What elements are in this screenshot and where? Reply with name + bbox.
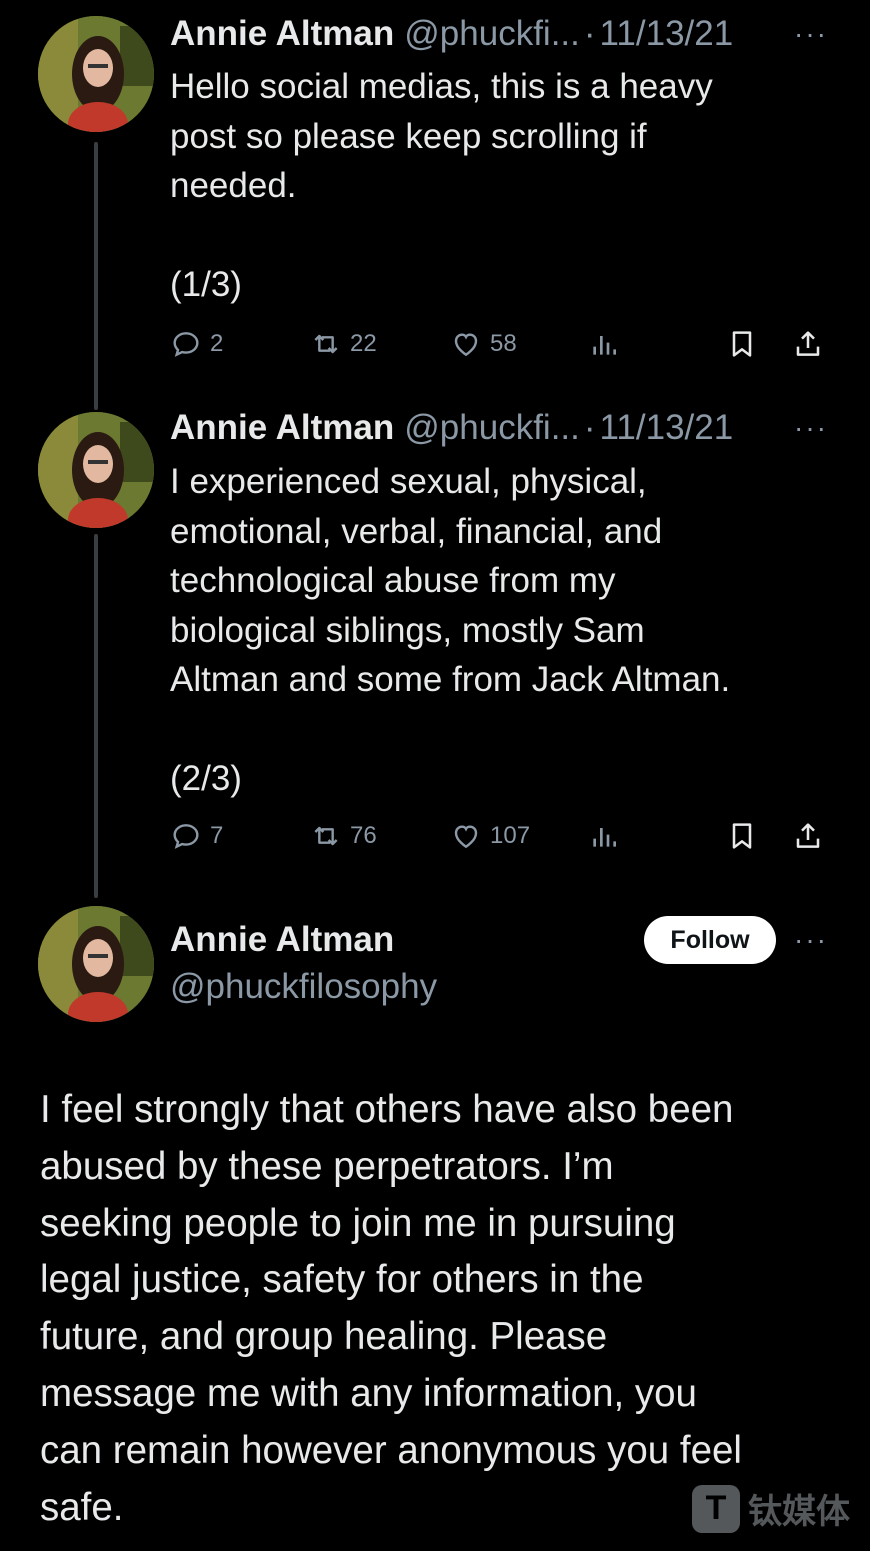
tweet-actions: 2 22 58 <box>170 324 830 364</box>
retweet-count: 76 <box>350 822 377 849</box>
like-button[interactable]: 107 <box>450 816 530 856</box>
reply-count: 7 <box>210 822 224 849</box>
reply-icon <box>173 824 199 849</box>
tweet-actions: 7 76 107 <box>170 816 830 856</box>
bookmark-icon <box>732 823 752 849</box>
views-button[interactable] <box>588 816 620 856</box>
separator: · <box>583 14 596 53</box>
tweet-text: Hello social medias, this is a heavy pos… <box>170 67 713 304</box>
bookmark-button[interactable] <box>726 816 758 856</box>
avatar-image <box>38 412 154 528</box>
views-button[interactable] <box>588 324 620 364</box>
heart-icon <box>454 333 478 357</box>
tweet-text: I feel strongly that others have also be… <box>40 1088 742 1529</box>
tweet-header: Annie Altman @phuckfi... · 11/13/21 <box>170 406 733 450</box>
thread-line <box>94 142 98 410</box>
follow-button[interactable]: Follow <box>644 916 776 964</box>
retweet-button[interactable]: 22 <box>310 324 377 364</box>
more-options-icon[interactable]: ··· <box>794 918 828 962</box>
share-icon <box>796 823 820 848</box>
share-button[interactable] <box>792 816 824 856</box>
author-name[interactable]: Annie Altman <box>170 406 394 450</box>
reply-button[interactable]: 7 <box>170 816 223 856</box>
author-handle[interactable]: @phuckfi... <box>404 12 580 56</box>
like-button[interactable]: 58 <box>450 324 517 364</box>
heart-icon <box>454 825 478 849</box>
like-count: 107 <box>490 822 531 849</box>
watermark: T 钛媒体 <box>692 1484 850 1533</box>
separator: · <box>583 408 596 447</box>
like-count: 58 <box>490 330 517 357</box>
avatar[interactable] <box>38 16 154 132</box>
thread-line <box>94 534 98 898</box>
author-handle[interactable]: @phuckfi... <box>404 406 580 450</box>
reply-count: 2 <box>210 330 224 357</box>
retweet-icon <box>314 826 338 846</box>
tweet-text: I experienced sexual, physical, emotiona… <box>170 462 731 798</box>
avatar[interactable] <box>38 412 154 528</box>
watermark-logo-icon: T <box>692 1484 740 1533</box>
more-options-icon[interactable]: ··· <box>794 406 828 450</box>
author-name[interactable]: Annie Altman <box>170 918 394 962</box>
retweet-button[interactable]: 76 <box>310 816 377 856</box>
views-icon <box>593 336 616 355</box>
avatar-image <box>38 16 154 132</box>
watermark-text: 钛媒体 <box>748 1492 850 1532</box>
bookmark-button[interactable] <box>726 324 758 364</box>
retweet-count: 22 <box>350 330 377 357</box>
tweet-header: Annie Altman @phuckfi... · 11/13/21 <box>170 12 733 56</box>
share-button[interactable] <box>792 324 824 364</box>
author-name[interactable]: Annie Altman <box>170 12 394 56</box>
reply-icon <box>173 332 199 357</box>
views-icon <box>593 828 616 847</box>
tweet-date[interactable]: 11/13/21 <box>600 12 734 56</box>
bookmark-icon <box>732 331 752 357</box>
retweet-icon <box>314 334 338 354</box>
more-options-icon[interactable]: ··· <box>794 12 828 56</box>
share-icon <box>796 331 820 356</box>
avatar[interactable] <box>38 906 154 1022</box>
avatar-image <box>38 906 154 1022</box>
author-handle[interactable]: @phuckfilosophy <box>170 965 437 1009</box>
tweet-date[interactable]: 11/13/21 <box>600 406 734 450</box>
reply-button[interactable]: 2 <box>170 324 223 364</box>
